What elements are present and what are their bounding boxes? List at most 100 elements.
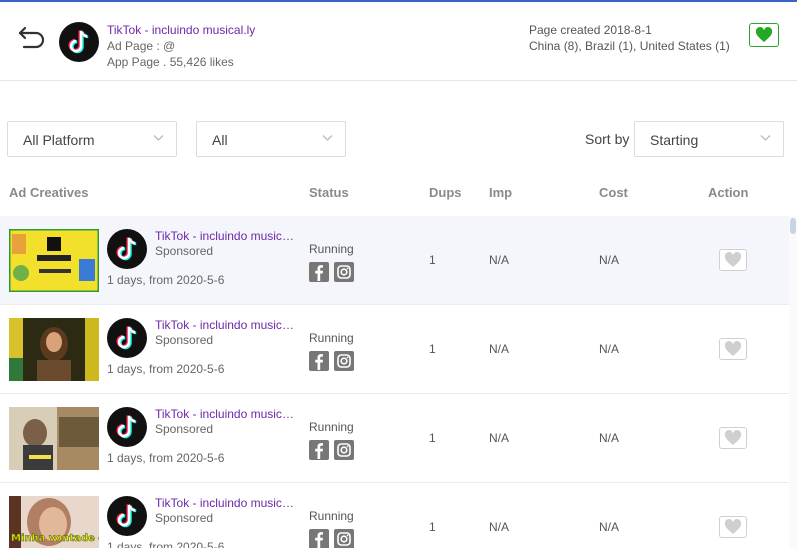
column-action: Action <box>708 185 749 200</box>
save-ad-button[interactable] <box>719 427 747 449</box>
run-duration: 1 days, from 2020-5-6 <box>107 540 225 548</box>
advertiser-avatar[interactable] <box>107 318 147 358</box>
advertiser-name-link[interactable]: TikTok - incluindo musical.ly <box>155 407 295 421</box>
column-dups[interactable]: Dups <box>429 185 462 200</box>
save-ad-button[interactable] <box>719 249 747 271</box>
tiktok-logo-icon <box>116 236 137 261</box>
scrollbar-thumb[interactable] <box>790 218 796 234</box>
page-avatar[interactable] <box>59 22 99 62</box>
status-text: Running <box>309 420 354 434</box>
cost-value: N/A <box>599 520 620 534</box>
chevron-down-icon <box>153 135 164 141</box>
table-row[interactable]: TikTok - incluindo musical.ly Sponsored … <box>0 305 789 394</box>
save-ad-button[interactable] <box>719 516 747 538</box>
impressions-value: N/A <box>489 342 510 356</box>
ad-list: TikTok - incluindo musical.ly Sponsored … <box>0 216 789 548</box>
instagram-icon <box>337 532 351 546</box>
dups-value: 1 <box>429 431 436 445</box>
ad-creative-thumbnail[interactable]: Minha vontade de <box>9 496 99 548</box>
advertiser-avatar[interactable] <box>107 407 147 447</box>
ad-page-label: Ad Page : @ <box>107 39 176 53</box>
dups-value: 1 <box>429 520 436 534</box>
ad-creative-thumbnail[interactable] <box>9 229 99 292</box>
favorite-page-button[interactable] <box>749 23 779 47</box>
facebook-icon <box>315 443 323 459</box>
app-page-likes: App Page . 55,426 likes <box>107 55 234 69</box>
ad-creative-image <box>9 229 99 292</box>
instagram-icon <box>337 354 351 368</box>
scrollbar-track[interactable] <box>789 216 797 548</box>
facebook-icon <box>315 265 323 281</box>
ad-creative-image <box>9 407 99 470</box>
facebook-platform-button[interactable] <box>309 262 329 282</box>
ad-creative-image <box>9 318 99 381</box>
facebook-icon <box>315 354 323 370</box>
table-row[interactable]: TikTok - incluindo musical.ly Sponsored … <box>0 394 789 483</box>
status-text: Running <box>309 331 354 345</box>
ad-creative-thumbnail[interactable] <box>9 407 99 470</box>
sponsored-label: Sponsored <box>155 333 214 347</box>
thumbnail-caption: Minha vontade de <box>11 533 99 544</box>
chevron-down-icon <box>322 135 333 141</box>
impressions-value: N/A <box>489 253 510 267</box>
tiktok-logo-icon <box>116 503 137 528</box>
sort-select[interactable]: Starting <box>634 121 784 157</box>
tiktok-logo-icon <box>68 29 89 54</box>
facebook-platform-button[interactable] <box>309 529 329 548</box>
cost-value: N/A <box>599 342 620 356</box>
instagram-platform-button[interactable] <box>334 262 354 282</box>
column-ad-creatives: Ad Creatives <box>9 185 89 200</box>
advertiser-name-link[interactable]: TikTok - incluindo musical.ly <box>155 496 295 510</box>
advertiser-avatar[interactable] <box>107 229 147 269</box>
impressions-value: N/A <box>489 431 510 445</box>
platform-filter-select[interactable]: All Platform <box>7 121 177 157</box>
status-text: Running <box>309 242 354 256</box>
sponsored-label: Sponsored <box>155 511 214 525</box>
page-created-date: Page created 2018-8-1 <box>529 23 652 37</box>
instagram-platform-button[interactable] <box>334 351 354 371</box>
dups-value: 1 <box>429 253 436 267</box>
ad-creative-thumbnail[interactable] <box>9 318 99 381</box>
run-duration: 1 days, from 2020-5-6 <box>107 451 225 465</box>
platform-filter-value: All Platform <box>23 132 95 148</box>
page-name-link[interactable]: TikTok - incluindo musical.ly <box>107 23 255 37</box>
back-arrow-icon <box>18 26 45 49</box>
cost-value: N/A <box>599 431 620 445</box>
instagram-platform-button[interactable] <box>334 529 354 548</box>
facebook-platform-button[interactable] <box>309 351 329 371</box>
status-text: Running <box>309 509 354 523</box>
cost-value: N/A <box>599 253 620 267</box>
table-row[interactable]: Minha vontade de TikTok - incluindo musi… <box>0 483 789 548</box>
advertiser-name-link[interactable]: TikTok - incluindo musical.ly <box>155 318 295 332</box>
column-cost[interactable]: Cost <box>599 185 628 200</box>
impressions-value: N/A <box>489 520 510 534</box>
heart-icon <box>755 27 773 42</box>
heart-icon <box>724 341 742 356</box>
tiktok-logo-icon <box>116 414 137 439</box>
heart-icon <box>724 252 742 267</box>
tiktok-logo-icon <box>116 325 137 350</box>
facebook-platform-button[interactable] <box>309 440 329 460</box>
ad-creative-image: Minha vontade de <box>9 496 99 548</box>
sort-select-value: Starting <box>650 132 699 148</box>
column-imp[interactable]: Imp <box>489 185 512 200</box>
type-filter-select[interactable]: All <box>196 121 346 157</box>
facebook-icon <box>315 532 323 548</box>
run-duration: 1 days, from 2020-5-6 <box>107 273 225 287</box>
type-filter-value: All <box>212 132 228 148</box>
sponsored-label: Sponsored <box>155 244 214 258</box>
table-row[interactable]: TikTok - incluindo musical.ly Sponsored … <box>0 216 789 305</box>
advertiser-avatar[interactable] <box>107 496 147 536</box>
heart-icon <box>724 519 742 534</box>
advertiser-name-link[interactable]: TikTok - incluindo musical.ly <box>155 229 295 243</box>
run-duration: 1 days, from 2020-5-6 <box>107 362 225 376</box>
chevron-down-icon <box>760 135 771 141</box>
save-ad-button[interactable] <box>719 338 747 360</box>
column-status: Status <box>309 185 349 200</box>
country-breakdown: China (8), Brazil (1), United States (1) <box>529 39 730 53</box>
instagram-platform-button[interactable] <box>334 440 354 460</box>
back-button[interactable] <box>16 23 48 53</box>
instagram-icon <box>337 443 351 457</box>
dups-value: 1 <box>429 342 436 356</box>
instagram-icon <box>337 265 351 279</box>
